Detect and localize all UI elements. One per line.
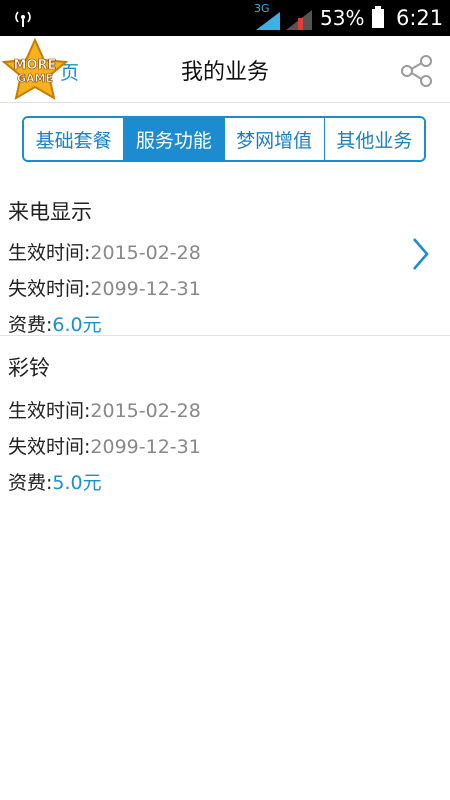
- tab-basic-plan[interactable]: 基础套餐: [24, 118, 125, 160]
- fee-row: 资费:6.0元: [8, 310, 102, 337]
- start-date-label: 生效时间:: [8, 400, 91, 422]
- start-date-value: 2015-02-28: [90, 400, 201, 422]
- wifi-hotspot-icon: [15, 11, 31, 27]
- fee-value: 5.0元: [52, 472, 102, 494]
- signal-strength-secondary-icon: [286, 10, 312, 30]
- category-tabs: 基础套餐 服务功能 梦网增值 其他业务: [22, 116, 426, 162]
- start-date-value: 2015-02-28: [90, 242, 201, 264]
- fee-value: 6.0元: [52, 314, 102, 336]
- clock: 6:21: [396, 6, 444, 30]
- fee-row: 资费:5.0元: [8, 468, 102, 495]
- service-item-caller-id[interactable]: 来电显示 生效时间:2015-02-28 失效时间:2099-12-31 资费:…: [0, 180, 450, 337]
- end-date-row: 失效时间:2099-12-31: [8, 432, 201, 459]
- chevron-right-icon[interactable]: [410, 236, 430, 272]
- top-bar: 页 MORE GAME 我的业务: [0, 36, 450, 103]
- end-date-label: 失效时间:: [8, 436, 91, 458]
- page-title: 我的业务: [180, 60, 269, 85]
- end-date-value: 2099-12-31: [90, 278, 201, 300]
- tab-monternet-value-added[interactable]: 梦网增值: [224, 118, 325, 160]
- divider: [0, 335, 450, 336]
- start-date-label: 生效时间:: [8, 242, 91, 264]
- service-name: 来电显示: [8, 200, 92, 224]
- end-date-row: 失效时间:2099-12-31: [8, 274, 201, 301]
- end-date-value: 2099-12-31: [90, 436, 201, 458]
- start-date-row: 生效时间:2015-02-28: [8, 396, 201, 423]
- battery-icon: [372, 6, 384, 28]
- status-bar: 3G 53% 6:21: [0, 0, 450, 36]
- signal-strength-icon: [256, 12, 280, 30]
- start-date-row: 生效时间:2015-02-28: [8, 238, 201, 265]
- share-icon[interactable]: [398, 54, 434, 88]
- battery-percent: 53%: [320, 6, 365, 30]
- service-name: 彩铃: [8, 356, 50, 380]
- tab-other-services[interactable]: 其他业务: [324, 118, 424, 160]
- service-item-color-ringtone[interactable]: 彩铃 生效时间:2015-02-28 失效时间:2099-12-31 资费:5.…: [0, 338, 450, 498]
- fee-label: 资费:: [8, 472, 53, 494]
- end-date-label: 失效时间:: [8, 278, 91, 300]
- tab-service-functions[interactable]: 服务功能: [124, 118, 225, 160]
- fee-label: 资费:: [8, 314, 53, 336]
